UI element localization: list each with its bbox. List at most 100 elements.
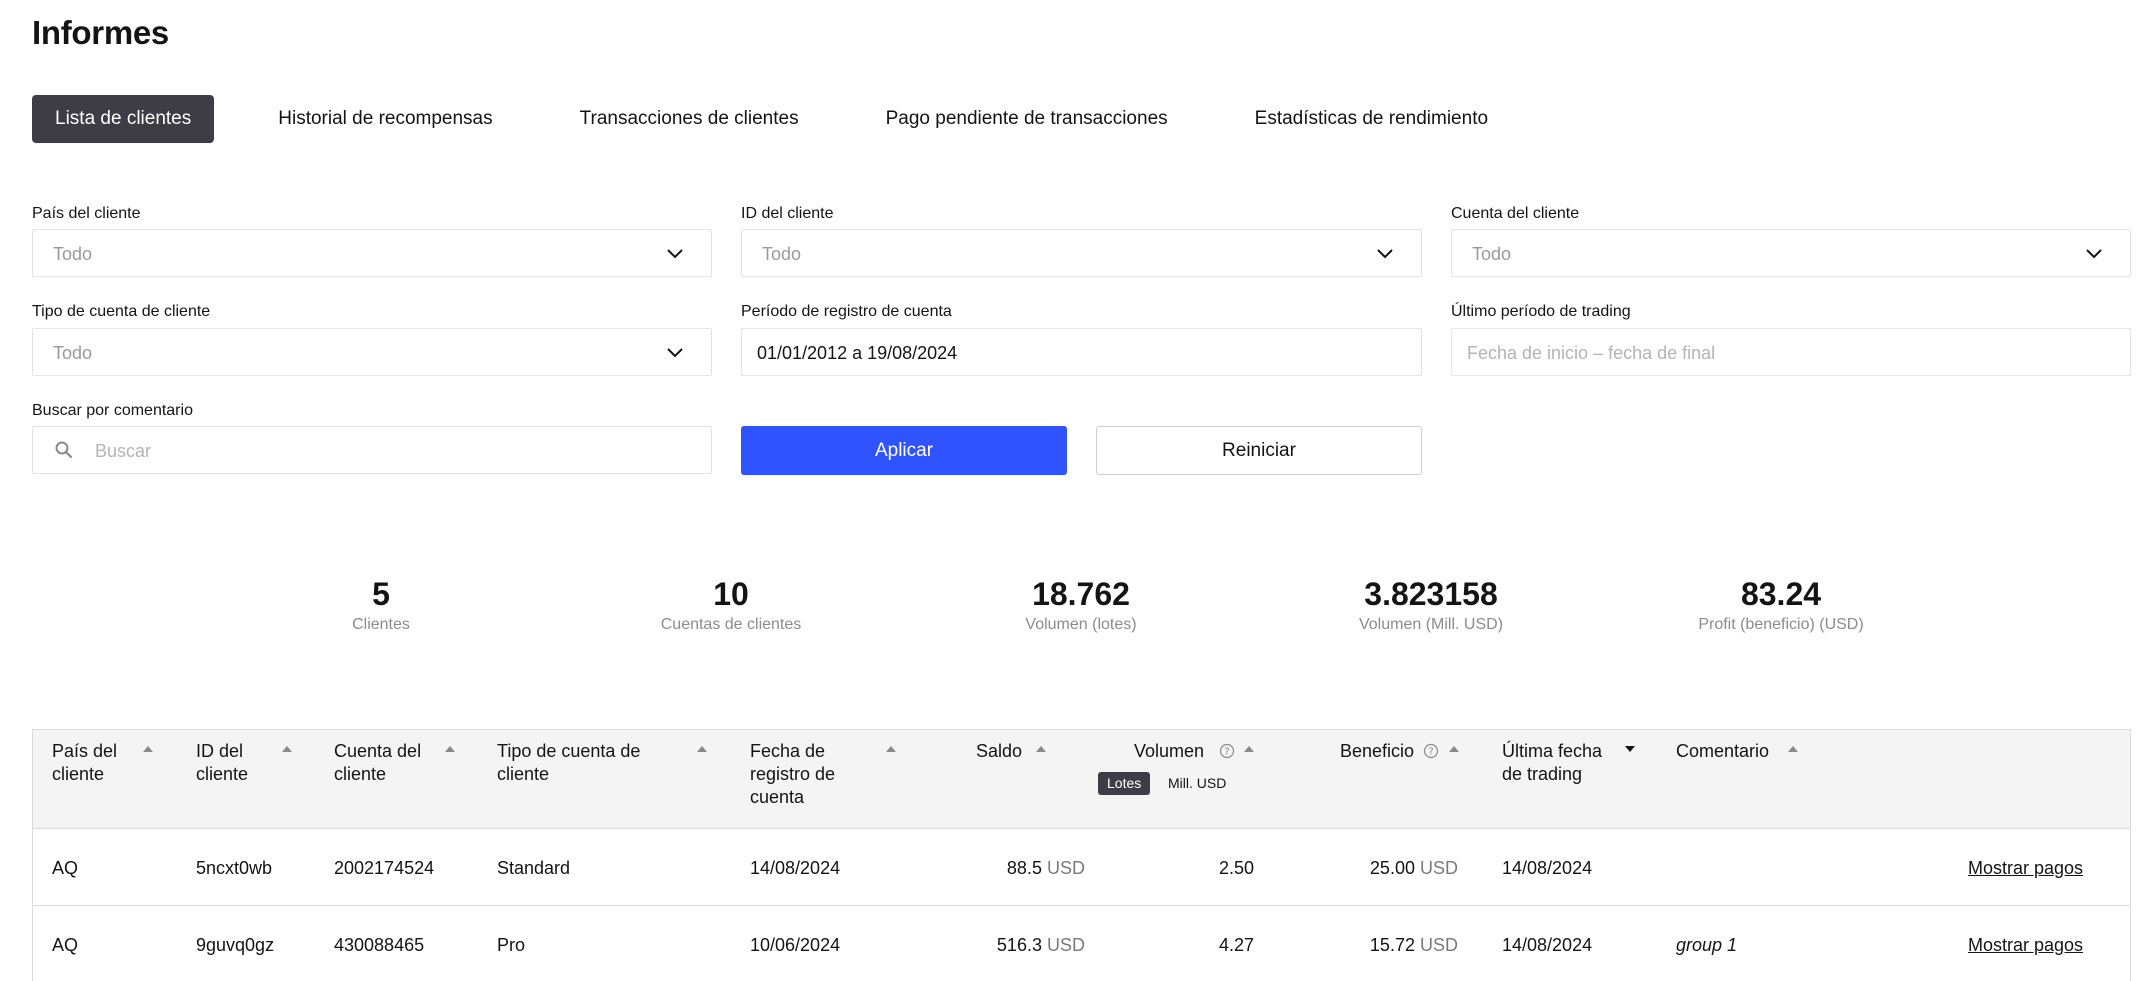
stat-label: Volumen (Mill. USD) (1358, 616, 1504, 633)
cell-profit: 15.72 USD (1370, 935, 1458, 956)
comment-search-placeholder: Buscar (95, 441, 152, 461)
balance-value: 88.5 (1006, 858, 1042, 878)
tab-pending-payments[interactable]: Pago pendiente de transacciones (863, 95, 1191, 143)
currency-unit: USD (1419, 858, 1458, 878)
cell-registration-date: 14/08/2024 (750, 858, 841, 878)
column-header-balance[interactable]: Saldo (976, 740, 1022, 763)
registration-period-value: 01/01/2012 a 19/08/2024 (757, 343, 958, 363)
stat-clients: 5 Clientes (231, 576, 531, 634)
cell-country: AQ (52, 858, 79, 878)
tab-client-list[interactable]: Lista de clientes (32, 95, 215, 143)
stat-volume-lots: 18.762 Volumen (lotes) (931, 576, 1231, 634)
cell-volume: 4.27 (1218, 935, 1254, 955)
tab-rewards-history[interactable]: Historial de recompensas (255, 95, 515, 143)
currency-unit: USD (1419, 935, 1458, 955)
column-header-account-type[interactable]: Tipo de cuenta de cliente (497, 740, 697, 786)
column-header-account[interactable]: Cuenta del cliente (334, 740, 444, 786)
cell-balance: 88.5 USD (1007, 858, 1085, 879)
sort-desc-icon[interactable] (1625, 746, 1635, 752)
column-header-registration-date[interactable]: Fecha de registro de cuenta (750, 740, 860, 809)
svg-text:?: ? (1428, 747, 1433, 758)
help-icon[interactable]: ? (1219, 743, 1235, 759)
stat-value: 10 (713, 576, 749, 612)
profit-value: 15.72 (1369, 935, 1415, 955)
sort-asc-icon[interactable] (282, 746, 292, 752)
cell-last-trading-date: 14/08/2024 (1502, 935, 1593, 955)
cell-account: 430088465 (334, 935, 425, 955)
client-id-filter-label: ID del cliente (741, 205, 834, 222)
account-type-select[interactable]: Todo (32, 328, 712, 376)
stat-value: 18.762 (1032, 576, 1130, 612)
help-icon[interactable]: ? (1423, 743, 1439, 759)
cell-client-id: 9guvq0gz (196, 935, 275, 955)
sort-asc-icon[interactable] (143, 746, 153, 752)
sort-asc-icon[interactable] (445, 746, 455, 752)
sort-asc-icon[interactable] (1449, 746, 1459, 752)
country-select[interactable]: Todo (32, 229, 712, 277)
tab-client-transactions[interactable]: Transacciones de clientes (557, 95, 822, 143)
account-filter-label: Cuenta del cliente (1451, 205, 1580, 222)
column-header-volume[interactable]: Volumen (1134, 740, 1204, 763)
column-header-comment[interactable]: Comentario (1676, 740, 1769, 763)
stat-label: Volumen (lotes) (1025, 616, 1137, 633)
stat-volume-mill-usd: 3.823158 Volumen (Mill. USD) (1281, 576, 1581, 634)
cell-last-trading-date: 14/08/2024 (1502, 858, 1593, 878)
clients-table: País del cliente ID del cliente Cuenta d… (32, 729, 2131, 981)
column-header-last-trading-date[interactable]: Última fecha de trading (1502, 740, 1627, 786)
volume-unit-mill-usd-toggle[interactable]: Mill. USD (1168, 772, 1226, 795)
country-select-value: Todo (53, 244, 93, 264)
comment-search-label: Buscar por comentario (32, 402, 193, 419)
cell-account-type: Standard (497, 858, 571, 878)
stat-client-accounts: 10 Cuentas de clientes (581, 576, 881, 634)
cell-account-type: Pro (497, 935, 526, 955)
cell-account: 2002174524 (334, 858, 435, 878)
last-trading-period-label: Último período de trading (1451, 303, 1631, 320)
tab-performance-stats[interactable]: Estadísticas de rendimiento (1232, 95, 1511, 143)
stat-label: Cuentas de clientes (660, 616, 802, 633)
sort-asc-icon[interactable] (1244, 746, 1254, 752)
account-select[interactable]: Todo (1451, 229, 2131, 277)
client-id-select-value: Todo (762, 244, 802, 264)
currency-unit: USD (1046, 935, 1085, 955)
stat-value: 3.823158 (1364, 576, 1498, 612)
comment-search-input[interactable]: Buscar (32, 426, 712, 474)
sort-asc-icon[interactable] (1788, 746, 1798, 752)
currency-unit: USD (1046, 858, 1085, 878)
sort-asc-icon[interactable] (886, 746, 896, 752)
country-filter-label: País del cliente (32, 205, 141, 222)
cell-comment: group 1 (1676, 935, 1738, 955)
last-trading-period-placeholder: Fecha de inicio – fecha de final (1467, 343, 1716, 363)
report-tabs: Lista de clientes Historial de recompens… (32, 95, 1552, 143)
column-header-country[interactable]: País del cliente (52, 740, 142, 786)
cell-profit: 25.00 USD (1370, 858, 1458, 879)
stat-profit: 83.24 Profit (beneficio) (USD) (1631, 576, 1931, 634)
apply-button[interactable]: Aplicar (741, 426, 1067, 475)
stat-label: Profit (beneficio) (USD) (1698, 616, 1864, 633)
reset-button[interactable]: Reiniciar (1096, 426, 1422, 475)
chevron-down-icon (667, 348, 683, 358)
chevron-down-icon (667, 249, 683, 259)
column-header-client-id[interactable]: ID del cliente (196, 740, 286, 786)
account-type-select-value: Todo (53, 343, 93, 363)
last-trading-period-input[interactable]: Fecha de inicio – fecha de final (1451, 328, 2131, 376)
show-payments-link[interactable]: Mostrar pagos (1968, 858, 2083, 879)
svg-text:?: ? (1224, 747, 1229, 758)
stat-value: 5 (372, 576, 390, 612)
client-id-select[interactable]: Todo (741, 229, 1422, 277)
volume-unit-lots-toggle[interactable]: Lotes (1098, 772, 1151, 795)
cell-country: AQ (52, 935, 79, 955)
table-header: País del cliente ID del cliente Cuenta d… (33, 730, 2130, 829)
sort-asc-icon[interactable] (697, 746, 707, 752)
table-row: AQ 9guvq0gz 430088465 Pro 10/06/2024 516… (33, 906, 2130, 981)
registration-period-input[interactable]: 01/01/2012 a 19/08/2024 (741, 328, 1422, 376)
sort-asc-icon[interactable] (1036, 746, 1046, 752)
profit-value: 25.00 (1369, 858, 1415, 878)
stat-label: Clientes (352, 616, 410, 633)
chevron-down-icon (2086, 249, 2102, 259)
search-icon (55, 441, 73, 459)
show-payments-link[interactable]: Mostrar pagos (1968, 935, 2083, 956)
cell-volume: 2.50 (1218, 858, 1254, 878)
cell-balance: 516.3 USD (997, 935, 1085, 956)
chevron-down-icon (1377, 249, 1393, 259)
column-header-profit[interactable]: Beneficio (1340, 740, 1414, 763)
